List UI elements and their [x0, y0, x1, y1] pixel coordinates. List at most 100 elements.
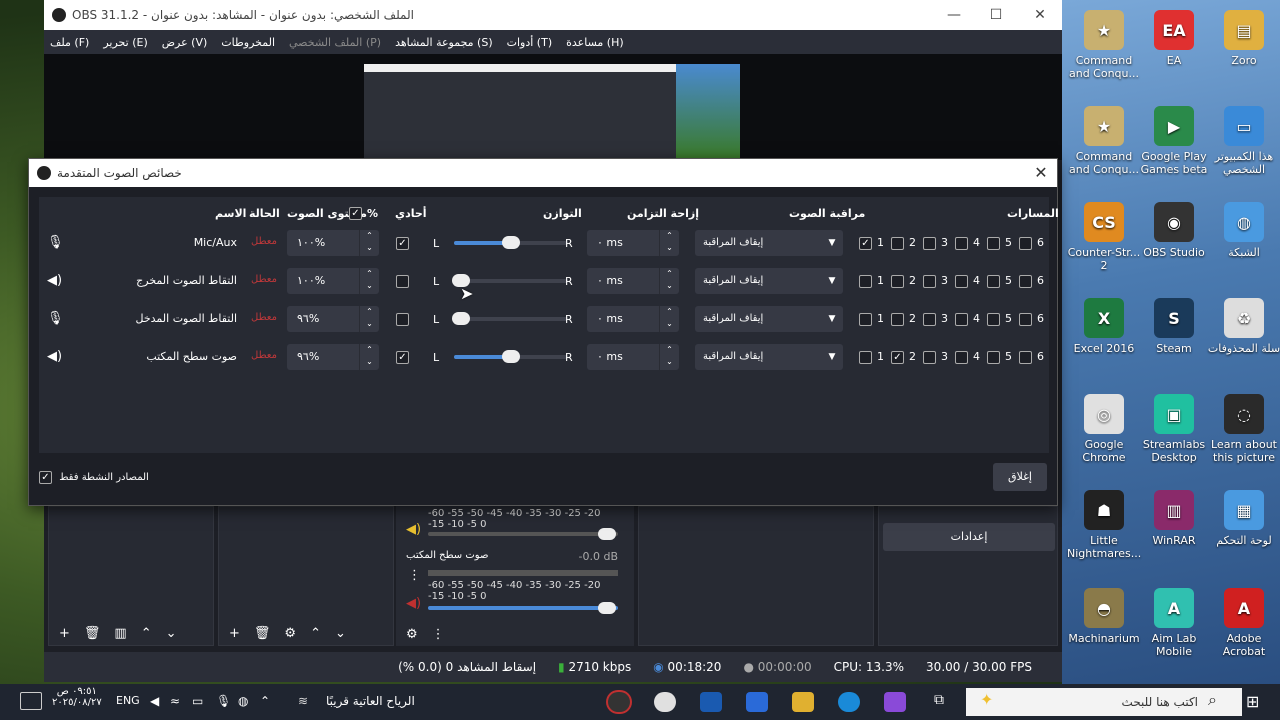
- percent-checkbox[interactable]: ✓: [349, 207, 362, 220]
- track-checkbox[interactable]: [1019, 237, 1032, 250]
- obs-taskbar-icon[interactable]: [608, 692, 630, 712]
- close-button[interactable]: إغلاق: [993, 463, 1047, 491]
- track-checkbox[interactable]: [955, 313, 968, 326]
- desktop-icon[interactable]: ◍ الشبكة: [1207, 202, 1280, 259]
- task-view-icon[interactable]: ⧉: [934, 692, 956, 712]
- windows-start-icon[interactable]: ⊞: [1246, 692, 1259, 711]
- desktop-icon[interactable]: S Steam: [1137, 298, 1211, 355]
- desktop-icon[interactable]: ◎ Google Chrome: [1067, 394, 1141, 464]
- chevron-up-icon[interactable]: ⌃: [260, 694, 270, 708]
- menu-profile[interactable]: الملف الشخصي (P): [289, 36, 381, 49]
- down-icon[interactable]: ⌄: [335, 626, 346, 641]
- desktop-icon[interactable]: ◉ OBS Studio: [1137, 202, 1211, 259]
- spin-arrows-icon[interactable]: ⌃ ⌄: [359, 344, 379, 370]
- desktop-icon[interactable]: ▣ Streamlabs Desktop: [1137, 394, 1211, 464]
- spin-arrows-icon[interactable]: ⌃ ⌄: [659, 268, 679, 294]
- track-checkbox[interactable]: [891, 275, 904, 288]
- track-checkbox[interactable]: [891, 313, 904, 326]
- trash-icon[interactable]: 🗑: [84, 626, 101, 641]
- clock[interactable]: ٠٩:٥١ ص ٢٠٢٥/٠٨/٢٧: [52, 686, 102, 708]
- spin-arrows-icon[interactable]: ⌃ ⌄: [359, 268, 379, 294]
- monitoring-select[interactable]: إيقاف المراقبة ▼: [695, 268, 843, 294]
- desktop-icon[interactable]: ★ Command and Conqu...: [1067, 106, 1141, 176]
- active-only-checkbox[interactable]: ✓: [39, 471, 52, 484]
- menu-tools[interactable]: أدوات (T): [507, 36, 553, 49]
- monitoring-select[interactable]: إيقاف المراقبة ▼: [695, 344, 843, 370]
- desktop-icon[interactable]: ☗ Little Nightmares...: [1067, 490, 1141, 560]
- maximize-icon[interactable]: ☐: [974, 0, 1018, 30]
- language-indicator[interactable]: ENG: [116, 694, 140, 707]
- mono-checkbox[interactable]: ✓: [396, 237, 409, 250]
- gear-icon[interactable]: ⚙: [284, 626, 296, 641]
- battery-icon[interactable]: ▭: [192, 694, 203, 708]
- chrome-icon[interactable]: [654, 692, 676, 712]
- copilot-app-icon[interactable]: [884, 692, 906, 712]
- notification-icon[interactable]: [20, 692, 42, 710]
- track-checkbox[interactable]: [859, 313, 872, 326]
- desktop-icon[interactable]: EA EA: [1137, 10, 1211, 67]
- microphone-icon[interactable]: 🎙: [216, 694, 231, 708]
- down-icon[interactable]: ⌄: [166, 626, 177, 641]
- mono-checkbox[interactable]: [396, 313, 409, 326]
- sync-offset-spinbox[interactable]: ٠ ms ⌃ ⌄: [587, 230, 679, 256]
- volume-spinbox[interactable]: ١٠٠% ⌃ ⌄: [287, 268, 379, 294]
- spin-arrows-icon[interactable]: ⌃ ⌄: [359, 230, 379, 256]
- track-checkbox[interactable]: [987, 237, 1000, 250]
- more-icon[interactable]: ⋮: [432, 627, 445, 642]
- menu-view[interactable]: عرض (V): [162, 36, 208, 49]
- menu-scene-collection[interactable]: مجموعة المشاهد (S): [395, 36, 493, 49]
- desktop-icon[interactable]: ♻ سلة المحذوفات: [1207, 298, 1280, 355]
- menu-file[interactable]: ملف (F): [50, 36, 89, 49]
- volume-tray-icon[interactable]: ◀: [150, 694, 159, 708]
- close-window-icon[interactable]: ✕: [1018, 0, 1062, 30]
- track-checkbox[interactable]: [987, 275, 1000, 288]
- spin-arrows-icon[interactable]: ⌃ ⌄: [359, 306, 379, 332]
- track-checkbox[interactable]: ✓: [859, 237, 872, 250]
- track-checkbox[interactable]: [987, 351, 1000, 364]
- add-icon[interactable]: +: [229, 626, 240, 641]
- volume-spinbox[interactable]: ٩٦% ⌃ ⌄: [287, 344, 379, 370]
- store-icon[interactable]: [746, 692, 768, 712]
- sync-offset-spinbox[interactable]: ٠ ms ⌃ ⌄: [587, 268, 679, 294]
- dialog-close-icon[interactable]: ✕: [1031, 163, 1051, 183]
- spin-arrows-icon[interactable]: ⌃ ⌄: [659, 230, 679, 256]
- volume-fader[interactable]: [428, 528, 618, 540]
- sync-offset-spinbox[interactable]: ٠ ms ⌃ ⌄: [587, 306, 679, 332]
- track-checkbox[interactable]: [923, 275, 936, 288]
- volume-spinbox[interactable]: ١٠٠% ⌃ ⌄: [287, 230, 379, 256]
- advanced-audio-icon[interactable]: ⚙: [406, 627, 418, 642]
- up-icon[interactable]: ⌃: [141, 626, 152, 641]
- speaker-icon[interactable]: ◀): [406, 522, 421, 537]
- desktop-icon[interactable]: ◓ Machinarium: [1067, 588, 1141, 645]
- menu-help[interactable]: مساعدة (H): [566, 36, 624, 49]
- desktop-icon[interactable]: ▤ Zoro: [1207, 10, 1280, 67]
- spin-arrows-icon[interactable]: ⌃ ⌄: [659, 344, 679, 370]
- menu-docks[interactable]: المخروطات: [221, 36, 275, 49]
- track-checkbox[interactable]: [923, 237, 936, 250]
- trash-icon[interactable]: 🗑: [254, 626, 271, 641]
- desktop-icon[interactable]: A Adobe Acrobat: [1207, 588, 1280, 658]
- active-only-option[interactable]: ✓ المصادر النشطة فقط: [39, 471, 149, 484]
- spin-arrows-icon[interactable]: ⌃ ⌄: [659, 306, 679, 332]
- track-checkbox[interactable]: [1019, 313, 1032, 326]
- desktop-icon[interactable]: ◌ Learn about this picture: [1207, 394, 1280, 464]
- taskbar-search[interactable]: اكتب هنا للبحث: [966, 688, 1242, 716]
- muted-speaker-icon[interactable]: ◀): [406, 596, 421, 611]
- track-checkbox[interactable]: [859, 275, 872, 288]
- more-icon[interactable]: ⋮: [408, 568, 421, 583]
- track-checkbox[interactable]: [923, 313, 936, 326]
- desktop-icon[interactable]: A Aim Lab Mobile: [1137, 588, 1211, 658]
- copilot-sparkle-icon[interactable]: ✦: [980, 690, 993, 709]
- track-checkbox[interactable]: [923, 351, 936, 364]
- desktop-icon[interactable]: ▥ WinRAR: [1137, 490, 1211, 547]
- track-checkbox[interactable]: [955, 237, 968, 250]
- monitoring-select[interactable]: إيقاف المراقبة ▼: [695, 230, 843, 256]
- weather-text[interactable]: الرياح العاتية قريبًا: [326, 694, 415, 708]
- outlook-icon[interactable]: [700, 692, 722, 712]
- add-icon[interactable]: +: [59, 626, 70, 641]
- filter-icon[interactable]: ▥: [114, 626, 126, 641]
- desktop-icon[interactable]: ▶ Google Play Games beta: [1137, 106, 1211, 176]
- up-icon[interactable]: ⌃: [310, 626, 321, 641]
- track-checkbox[interactable]: [891, 237, 904, 250]
- track-checkbox[interactable]: [987, 313, 1000, 326]
